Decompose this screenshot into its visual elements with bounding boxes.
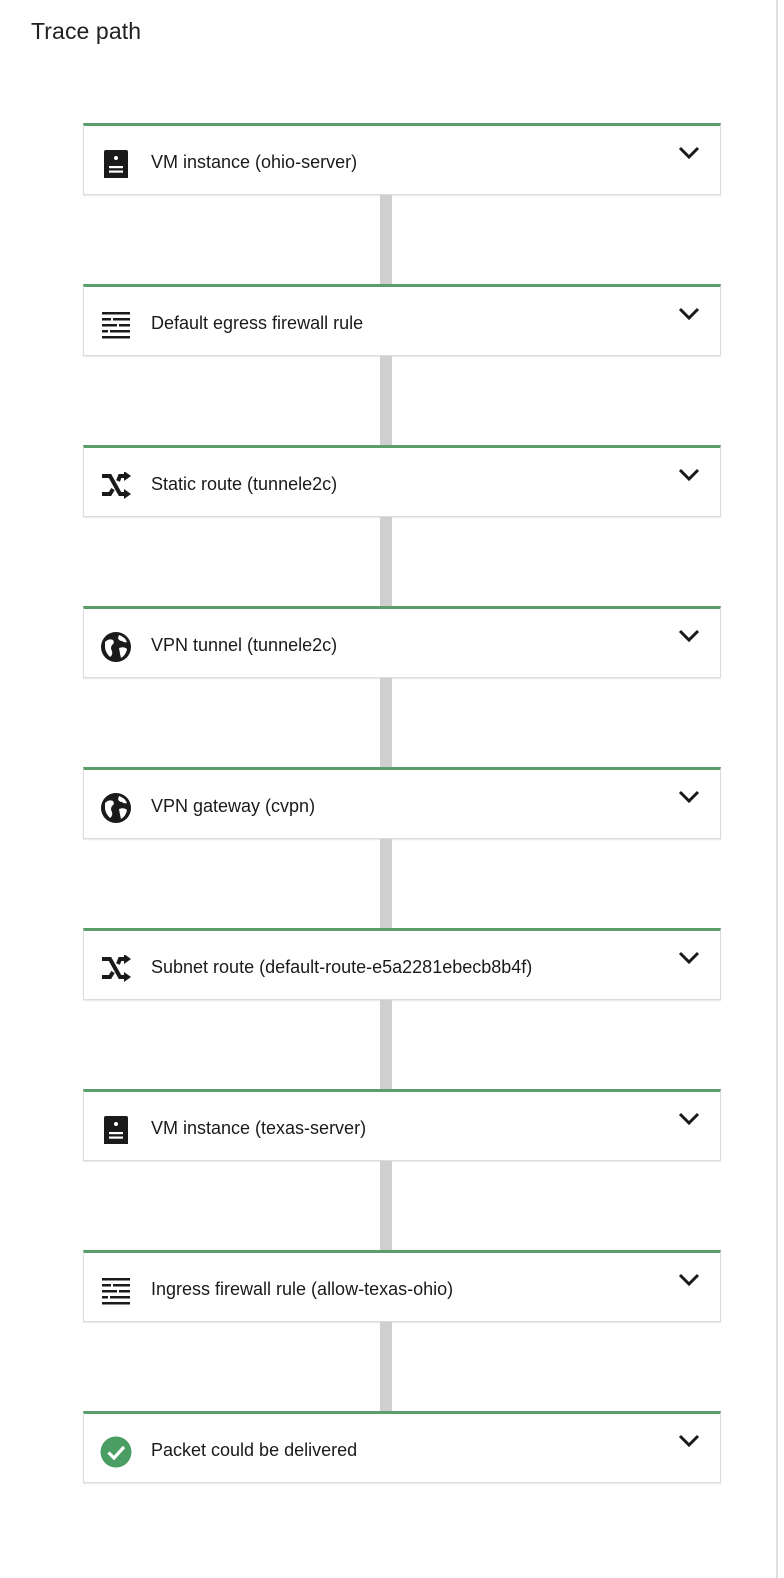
trace-step-card[interactable]: Ingress firewall rule (allow-texas-ohio) (83, 1250, 721, 1322)
trace-step: Static route (tunnele2c) (83, 445, 721, 606)
vm-instance-icon (99, 147, 133, 181)
trace-step-label: Packet could be delivered (151, 1440, 358, 1460)
chevron-down-icon[interactable] (676, 140, 702, 166)
route-icon (99, 469, 133, 503)
trace-step-card[interactable]: VM instance (texas-server) (83, 1089, 721, 1161)
chevron-down-icon[interactable] (676, 1267, 702, 1293)
trace-path-steps: VM instance (ohio-server) Default egress… (83, 123, 721, 1483)
trace-step-label: VM instance (texas-server) (151, 1118, 367, 1138)
chevron-down-icon[interactable] (676, 1106, 702, 1132)
step-connector (380, 517, 392, 606)
vm-instance-icon (99, 1113, 133, 1147)
chevron-down-icon[interactable] (676, 301, 702, 327)
trace-step-card[interactable]: Static route (tunnele2c) (83, 445, 721, 517)
step-connector (380, 195, 392, 284)
trace-step: VM instance (texas-server) (83, 1089, 721, 1250)
chevron-down-icon[interactable] (676, 623, 702, 649)
step-connector (380, 1000, 392, 1089)
trace-step-label: VPN tunnel (tunnele2c) (151, 635, 338, 655)
trace-step-card[interactable]: VPN tunnel (tunnele2c) (83, 606, 721, 678)
globe-icon (99, 791, 133, 825)
trace-step-label: Ingress firewall rule (allow-texas-ohio) (151, 1279, 454, 1299)
chevron-down-icon[interactable] (676, 1428, 702, 1454)
trace-step-label: VM instance (ohio-server) (151, 152, 358, 172)
step-connector (380, 1161, 392, 1250)
trace-step: Default egress firewall rule (83, 284, 721, 445)
trace-step: VM instance (ohio-server) (83, 123, 721, 284)
check-circle-icon (99, 1435, 133, 1469)
trace-step-label: Subnet route (default-route-e5a2281ebecb… (151, 957, 533, 977)
firewall-icon (99, 308, 133, 342)
step-connector (380, 839, 392, 928)
trace-step: Subnet route (default-route-e5a2281ebecb… (83, 928, 721, 1089)
firewall-icon (99, 1274, 133, 1308)
page-title: Trace path (31, 18, 142, 44)
step-connector (380, 1322, 392, 1411)
route-icon (99, 952, 133, 986)
trace-step-label: Static route (tunnele2c) (151, 474, 338, 494)
panel-right-border (776, 0, 778, 1578)
trace-step: Packet could be delivered (83, 1411, 721, 1483)
trace-step-card[interactable]: Packet could be delivered (83, 1411, 721, 1483)
trace-step-label: VPN gateway (cvpn) (151, 796, 316, 816)
chevron-down-icon[interactable] (676, 462, 702, 488)
trace-step-card[interactable]: Default egress firewall rule (83, 284, 721, 356)
trace-step-card[interactable]: VPN gateway (cvpn) (83, 767, 721, 839)
trace-step-label: Default egress firewall rule (151, 313, 364, 333)
chevron-down-icon[interactable] (676, 784, 702, 810)
trace-step: VPN tunnel (tunnele2c) (83, 606, 721, 767)
globe-icon (99, 630, 133, 664)
trace-step: VPN gateway (cvpn) (83, 767, 721, 928)
trace-step-card[interactable]: VM instance (ohio-server) (83, 123, 721, 195)
chevron-down-icon[interactable] (676, 945, 702, 971)
step-connector (380, 356, 392, 445)
trace-step: Ingress firewall rule (allow-texas-ohio) (83, 1250, 721, 1411)
trace-step-card[interactable]: Subnet route (default-route-e5a2281ebecb… (83, 928, 721, 1000)
step-connector (380, 678, 392, 767)
